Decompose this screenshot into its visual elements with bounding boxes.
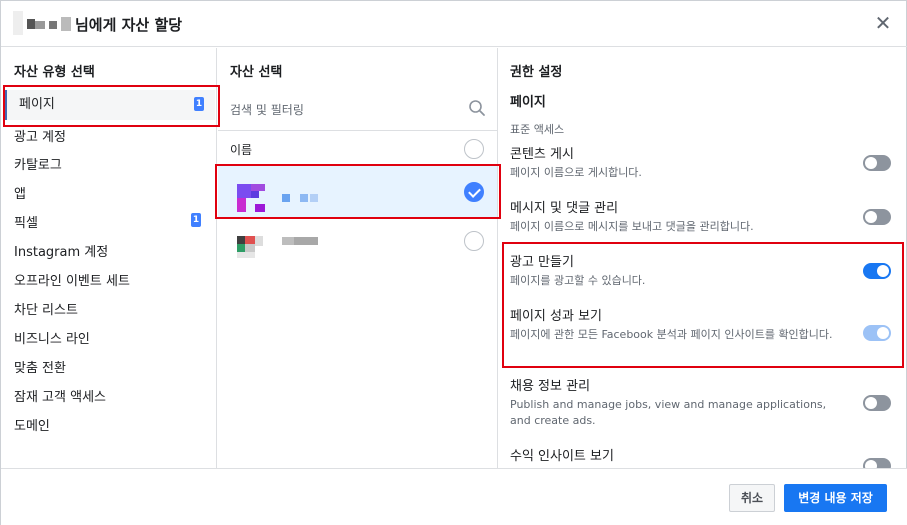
asset-type-heading: 자산 유형 선택	[14, 65, 95, 80]
permission-title: 메시지 및 댓글 관리	[510, 201, 619, 216]
asset-type-audience-access[interactable]: 잠재 고객 액세스	[14, 386, 106, 405]
asset-type-ad-accounts[interactable]: 광고 계정	[14, 126, 66, 145]
select-all-radio[interactable]	[464, 139, 484, 159]
asset-type-label: 페이지	[19, 97, 55, 112]
permission-item: 메시지 및 댓글 관리 페이지 이름으로 메시지를 보내고 댓글을 관리합니다.	[510, 197, 850, 235]
asset-type-pages[interactable]: 페이지	[4, 90, 215, 120]
count-badge: 1	[194, 97, 204, 111]
dialog-title: 님에게 자산 할당	[75, 16, 183, 34]
permission-item: 광고 만들기 페이지를 광고할 수 있습니다.	[510, 251, 850, 289]
permission-description: 페이지에 관한 모든 Facebook 분석과 페이지 인사이트를 확인합니다.	[510, 328, 833, 341]
page-thumbnail	[237, 236, 265, 264]
cancel-button[interactable]: 취소	[729, 484, 775, 512]
permission-toggle-off[interactable]	[863, 395, 891, 411]
asset-type-catalogs[interactable]: 카탈로그	[14, 154, 62, 173]
permission-item: 채용 정보 관리 Publish and manage jobs, view a…	[510, 375, 850, 429]
permission-toggle-on-disabled[interactable]	[863, 325, 891, 341]
asset-type-apps[interactable]: 앱	[14, 183, 26, 202]
asset-type-offline-events[interactable]: 오프라인 이벤트 세트	[14, 270, 130, 289]
permission-toggle-off[interactable]	[863, 209, 891, 225]
permission-description: 페이지 이름으로 게시합니다.	[510, 166, 642, 179]
permission-toggle-off[interactable]	[863, 458, 891, 468]
asset-type-domains[interactable]: 도메인	[14, 415, 50, 434]
permission-description: Publish and manage jobs, view and manage…	[510, 398, 827, 427]
permission-toggle-off[interactable]	[863, 155, 891, 171]
permission-title: 콘텐츠 게시	[510, 147, 574, 162]
count-badge: 1	[191, 213, 201, 227]
asset-checkbox[interactable]	[464, 231, 484, 251]
permission-item: 콘텐츠 게시 페이지 이름으로 게시합니다.	[510, 143, 850, 181]
permission-title: 페이지 성과 보기	[510, 309, 602, 324]
asset-type-business-lines[interactable]: 비즈니스 라인	[14, 328, 90, 347]
dialog-header: 님에게 자산 할당 ✕	[1, 1, 907, 47]
permissions-section-title: 페이지	[510, 95, 546, 110]
name-column-header: 이름	[230, 143, 253, 157]
assign-assets-dialog: 님에게 자산 할당 ✕ 자산 유형 선택 페이지 1 광고 계정 카탈로그 앱 …	[0, 0, 907, 525]
permission-item: 수익 인사이트 보기	[510, 445, 850, 464]
permission-toggle-on[interactable]	[863, 263, 891, 279]
asset-checkbox-checked[interactable]	[464, 182, 484, 202]
permission-title: 광고 만들기	[510, 255, 574, 270]
asset-select-heading: 자산 선택	[230, 65, 283, 80]
divider	[218, 130, 497, 131]
redacted-user-avatar	[13, 11, 75, 35]
asset-type-block-lists[interactable]: 차단 리스트	[14, 299, 78, 318]
permissions-panel: 권한 설정 페이지 표준 액세스 콘텐츠 게시 페이지 이름으로 게시합니다. …	[499, 48, 907, 468]
permission-description: 페이지를 광고할 수 있습니다.	[510, 274, 646, 287]
page-thumbnail	[237, 184, 265, 212]
close-icon[interactable]: ✕	[871, 11, 895, 35]
permissions-subsection-title: 표준 액세스	[510, 123, 565, 136]
asset-type-panel: 자산 유형 선택 페이지 1 광고 계정 카탈로그 앱 픽셀 1 Instagr…	[1, 48, 217, 468]
permission-item: 페이지 성과 보기 페이지에 관한 모든 Facebook 분석과 페이지 인사…	[510, 305, 850, 343]
dialog-footer: 취소 변경 내용 저장	[1, 468, 907, 525]
asset-type-pixels[interactable]: 픽셀	[14, 212, 38, 231]
search-input[interactable]: 검색 및 필터링	[230, 101, 304, 118]
search-icon[interactable]	[468, 99, 486, 117]
permissions-heading: 권한 설정	[510, 65, 563, 80]
permission-title: 수익 인사이트 보기	[510, 449, 614, 464]
asset-type-custom-conversions[interactable]: 맞춤 전환	[14, 357, 66, 376]
redacted-page-name	[282, 194, 322, 202]
asset-type-instagram[interactable]: Instagram 계정	[14, 241, 108, 260]
permission-title: 채용 정보 관리	[510, 379, 591, 394]
save-changes-button[interactable]: 변경 내용 저장	[784, 484, 887, 512]
asset-select-panel: 자산 선택 검색 및 필터링 이름	[218, 48, 498, 468]
redacted-page-name	[282, 237, 322, 245]
permission-description: 페이지 이름으로 메시지를 보내고 댓글을 관리합니다.	[510, 220, 754, 233]
